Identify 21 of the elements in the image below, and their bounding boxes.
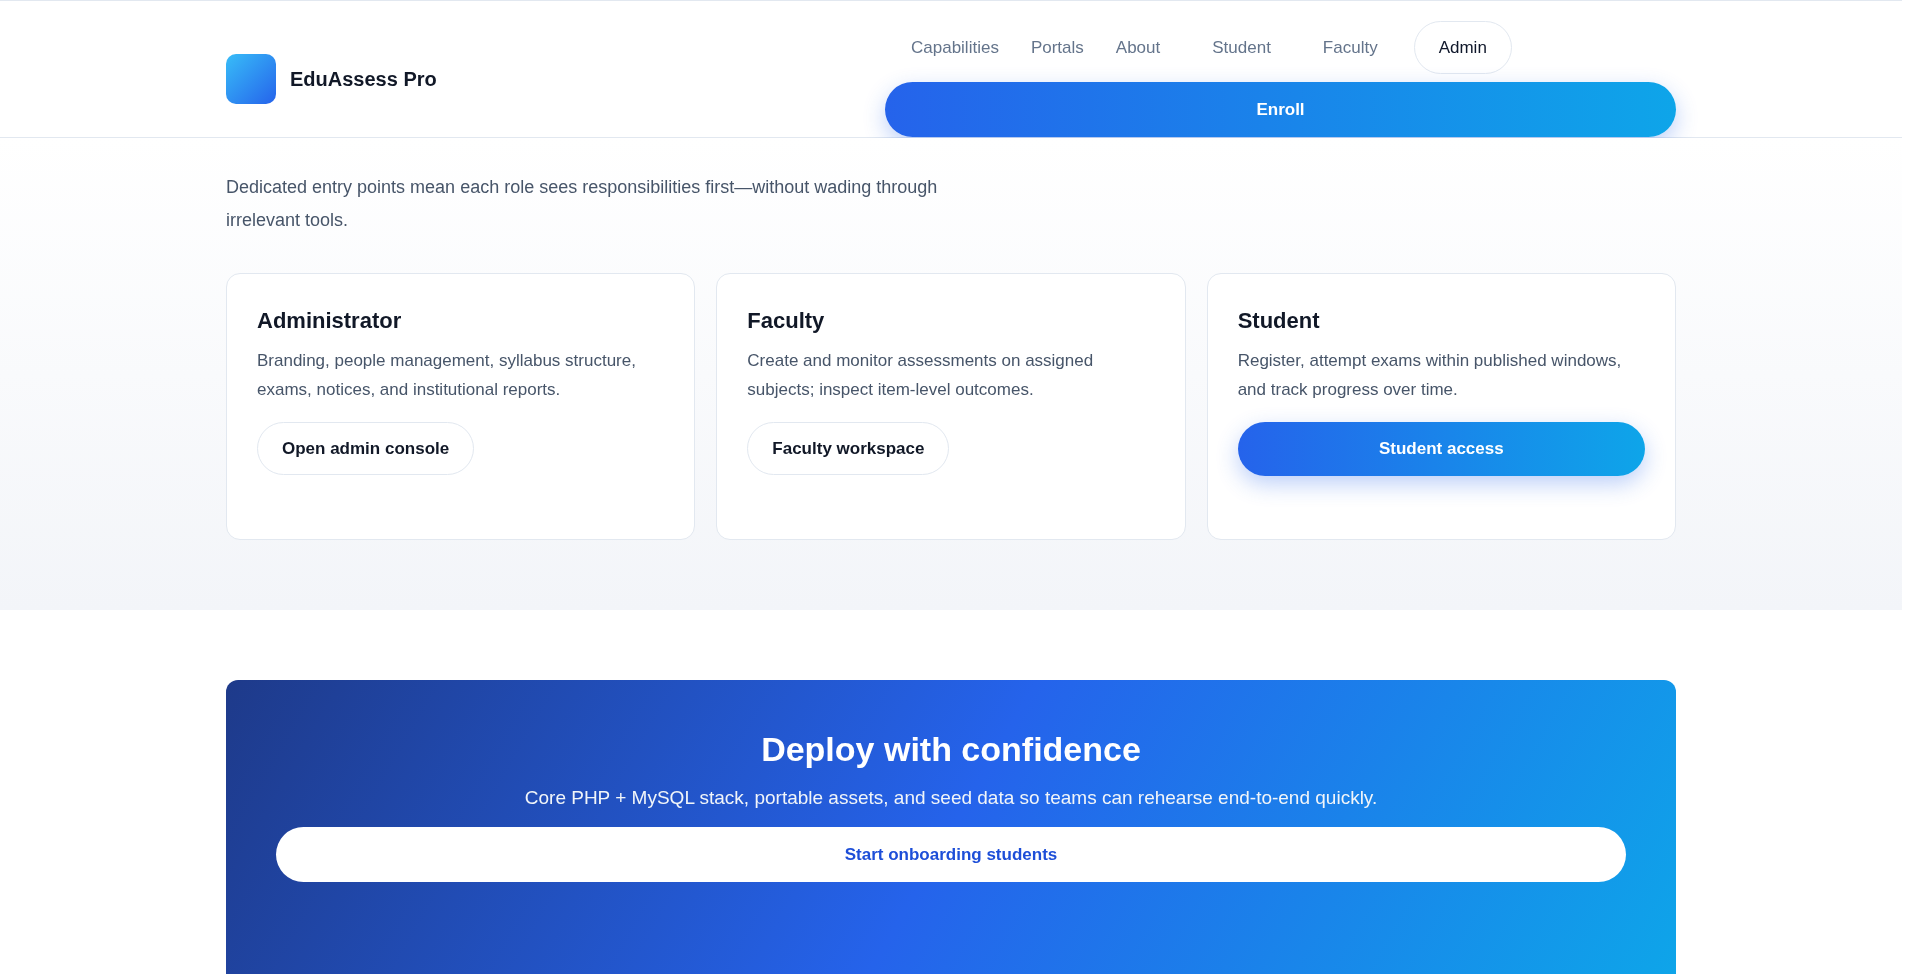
logo-icon [226, 54, 276, 104]
nav-link[interactable]: Portals [1014, 21, 1100, 74]
nav-link[interactable]: Faculty [1306, 21, 1394, 74]
nav-link[interactable]: Student [1196, 21, 1287, 74]
nav-link[interactable]: Capabilities [895, 21, 1015, 74]
portal-button[interactable]: Faculty workspace [747, 422, 950, 475]
brand-name: EduAssess Pro [290, 67, 437, 91]
card-text: Register, attempt exams within published windows, and track progress over time. [1237, 350, 1623, 401]
portal-button[interactable]: Open admin console [257, 422, 475, 475]
nav-link[interactable]: About [1099, 21, 1177, 74]
card-text: Branding, people management, syllabus structure, exams, notices, and institutional reports. [257, 350, 637, 401]
intro-text: Dedicated entry points mean each role sees responsibilities first—without wading through irrelevant tools. [226, 176, 939, 232]
card-title: Administrator [257, 308, 402, 334]
banner-title: Deploy with confidence [761, 730, 1141, 769]
card-title: Faculty [747, 308, 825, 334]
card-text: Create and monitor assessments on assigned subjects; inspect item-level outcomes. [747, 350, 1095, 401]
portal-button[interactable]: Student access [1237, 422, 1645, 476]
banner-text: Core PHP + MySQL stack, portable assets, and seed data so teams can rehearse end-to-end quickly. [524, 787, 1378, 809]
onboarding-button[interactable]: Start onboarding students [276, 827, 1626, 882]
enroll-button[interactable]: Enroll [885, 82, 1676, 137]
card-title: Student [1237, 308, 1320, 334]
